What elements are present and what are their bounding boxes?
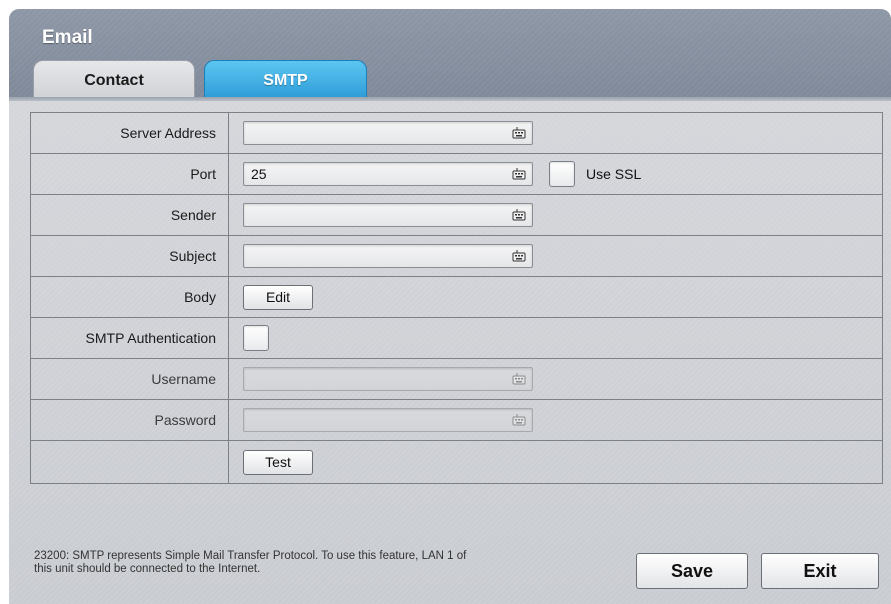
password-label: Password — [31, 400, 229, 440]
subject-input[interactable] — [243, 244, 533, 268]
smtp-settings-form: Server Address Port 25 Use SSL Sender Su… — [30, 112, 883, 484]
exit-button[interactable]: Exit — [761, 553, 879, 589]
test-label-cell — [31, 441, 229, 483]
form-row-password: Password — [31, 400, 882, 441]
port-value: 25 — [251, 166, 267, 182]
sender-cell — [229, 195, 882, 235]
keyboard-icon[interactable] — [512, 208, 526, 222]
save-button[interactable]: Save — [636, 553, 748, 589]
tab-smtp[interactable]: SMTP — [204, 60, 367, 100]
body-label: Body — [31, 277, 229, 317]
keyboard-icon — [512, 414, 526, 426]
password-cell — [229, 400, 882, 440]
keyboard-icon[interactable] — [512, 126, 526, 140]
email-settings-window: Email Contact SMTP Server Address Port 2… — [9, 9, 891, 604]
smtp-auth-checkbox[interactable] — [243, 325, 269, 351]
test-button[interactable]: Test — [243, 449, 313, 475]
body-cell: Edit — [229, 277, 882, 317]
server-address-label: Server Address — [31, 113, 229, 153]
footer-help-text: 23200: SMTP represents Simple Mail Trans… — [34, 550, 467, 575]
username-label: Username — [31, 359, 229, 399]
form-row-body: Body Edit — [31, 277, 882, 318]
form-row-subject: Subject — [31, 236, 882, 277]
password-input[interactable] — [243, 408, 533, 432]
form-row-sender: Sender — [31, 195, 882, 236]
port-cell: 25 Use SSL — [229, 154, 882, 194]
use-ssl-label: Use SSL — [586, 166, 642, 182]
form-row-username: Username — [31, 359, 882, 400]
use-ssl-checkbox[interactable] — [549, 161, 575, 187]
keyboard-icon[interactable] — [512, 167, 526, 181]
server-address-cell — [229, 113, 882, 153]
subject-label: Subject — [31, 236, 229, 276]
tab-contact[interactable]: Contact — [33, 60, 195, 100]
port-input[interactable]: 25 — [243, 162, 533, 186]
form-row-port: Port 25 Use SSL — [31, 154, 882, 195]
header-divider — [9, 97, 891, 101]
username-cell — [229, 359, 882, 399]
sender-input[interactable] — [243, 203, 533, 227]
username-input[interactable] — [243, 367, 533, 391]
test-cell: Test — [229, 441, 882, 483]
sender-label: Sender — [31, 195, 229, 235]
server-address-input[interactable] — [243, 121, 533, 145]
window-title: Email — [42, 27, 93, 48]
smtp-auth-label: SMTP Authentication — [31, 318, 229, 358]
smtp-auth-cell — [229, 318, 882, 358]
keyboard-icon[interactable] — [512, 249, 526, 263]
form-row-server-address: Server Address — [31, 113, 882, 154]
use-ssl-group: Use SSL — [549, 161, 641, 187]
window-header: Email Contact SMTP — [9, 9, 891, 100]
form-row-smtp-auth: SMTP Authentication — [31, 318, 882, 359]
edit-body-button[interactable]: Edit — [243, 284, 313, 310]
form-row-test: Test — [31, 441, 882, 483]
keyboard-icon — [512, 373, 526, 385]
port-label: Port — [31, 154, 229, 194]
subject-cell — [229, 236, 882, 276]
